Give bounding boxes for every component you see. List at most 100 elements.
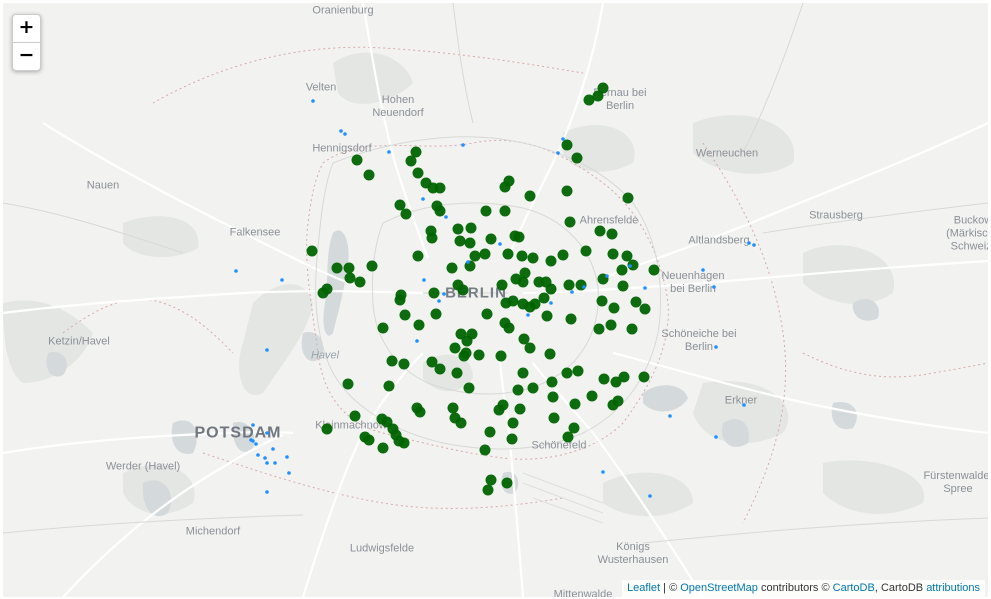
- blue-point-marker[interactable]: [498, 242, 502, 246]
- blue-point-marker[interactable]: [234, 269, 238, 273]
- blue-point-marker[interactable]: [526, 313, 530, 317]
- leaflet-link[interactable]: Leaflet: [627, 582, 660, 594]
- station-marker[interactable]: [518, 333, 530, 345]
- station-marker[interactable]: [394, 199, 406, 211]
- zoom-out-button[interactable]: −: [13, 43, 40, 70]
- station-marker[interactable]: [354, 276, 366, 288]
- attributions-link[interactable]: attributions: [926, 582, 980, 594]
- station-marker[interactable]: [516, 250, 528, 262]
- station-marker[interactable]: [377, 322, 389, 334]
- station-marker[interactable]: [608, 302, 620, 314]
- station-marker[interactable]: [428, 287, 440, 299]
- station-marker[interactable]: [541, 310, 553, 322]
- station-marker[interactable]: [479, 444, 491, 456]
- station-marker[interactable]: [485, 233, 497, 245]
- station-marker[interactable]: [499, 205, 511, 217]
- station-marker[interactable]: [363, 169, 375, 181]
- station-marker[interactable]: [564, 216, 576, 228]
- station-marker[interactable]: [630, 296, 642, 308]
- station-marker[interactable]: [306, 245, 318, 257]
- station-marker[interactable]: [434, 182, 446, 194]
- station-marker[interactable]: [464, 237, 476, 249]
- station-marker[interactable]: [331, 262, 343, 274]
- station-marker[interactable]: [607, 248, 619, 260]
- blue-point-marker[interactable]: [628, 264, 632, 268]
- station-marker[interactable]: [399, 309, 411, 321]
- blue-point-marker[interactable]: [251, 423, 255, 427]
- station-marker[interactable]: [461, 335, 473, 347]
- station-marker[interactable]: [463, 382, 475, 394]
- station-marker[interactable]: [506, 433, 518, 445]
- station-marker[interactable]: [565, 313, 577, 325]
- blue-point-marker[interactable]: [265, 348, 269, 352]
- station-marker[interactable]: [639, 303, 651, 315]
- station-marker[interactable]: [580, 245, 592, 257]
- blue-point-marker[interactable]: [747, 241, 751, 245]
- station-marker[interactable]: [449, 342, 461, 354]
- station-marker[interactable]: [503, 322, 515, 334]
- station-marker[interactable]: [561, 139, 573, 151]
- station-marker[interactable]: [575, 279, 587, 291]
- blue-point-marker[interactable]: [442, 292, 446, 296]
- station-marker[interactable]: [594, 225, 606, 237]
- station-marker[interactable]: [524, 190, 536, 202]
- blue-point-marker[interactable]: [256, 453, 260, 457]
- station-marker[interactable]: [583, 94, 595, 106]
- blue-point-marker[interactable]: [422, 278, 426, 282]
- station-marker[interactable]: [394, 294, 406, 306]
- blue-point-marker[interactable]: [643, 286, 647, 290]
- station-marker[interactable]: [501, 477, 513, 489]
- station-marker[interactable]: [596, 295, 608, 307]
- station-marker[interactable]: [561, 367, 573, 379]
- station-marker[interactable]: [430, 308, 442, 320]
- station-marker[interactable]: [351, 154, 363, 166]
- station-marker[interactable]: [413, 319, 425, 331]
- station-marker[interactable]: [400, 208, 412, 220]
- station-marker[interactable]: [544, 348, 556, 360]
- zoom-in-button[interactable]: +: [13, 15, 40, 43]
- station-marker[interactable]: [512, 384, 524, 396]
- station-marker[interactable]: [321, 283, 333, 295]
- blue-point-marker[interactable]: [285, 455, 289, 459]
- station-marker[interactable]: [638, 371, 650, 383]
- station-marker[interactable]: [412, 167, 424, 179]
- blue-point-marker[interactable]: [311, 99, 315, 103]
- station-marker[interactable]: [547, 391, 559, 403]
- blue-point-marker[interactable]: [280, 278, 284, 282]
- station-marker[interactable]: [548, 412, 560, 424]
- station-marker[interactable]: [451, 367, 463, 379]
- station-marker[interactable]: [342, 378, 354, 390]
- blue-point-marker[interactable]: [254, 442, 258, 446]
- station-marker[interactable]: [546, 376, 558, 388]
- blue-point-marker[interactable]: [421, 197, 425, 201]
- station-marker[interactable]: [412, 250, 424, 262]
- station-marker[interactable]: [626, 323, 638, 335]
- station-marker[interactable]: [452, 223, 464, 235]
- blue-point-marker[interactable]: [271, 447, 275, 451]
- station-marker[interactable]: [465, 222, 477, 234]
- station-marker[interactable]: [598, 373, 610, 385]
- station-marker[interactable]: [514, 403, 526, 415]
- station-marker[interactable]: [507, 295, 519, 307]
- blue-point-marker[interactable]: [339, 129, 343, 133]
- station-marker[interactable]: [527, 252, 539, 264]
- blue-point-marker[interactable]: [461, 143, 465, 147]
- blue-point-marker[interactable]: [714, 435, 718, 439]
- station-marker[interactable]: [568, 422, 580, 434]
- station-marker[interactable]: [571, 152, 583, 164]
- blue-point-marker[interactable]: [273, 461, 277, 465]
- station-marker[interactable]: [460, 347, 472, 359]
- station-marker[interactable]: [377, 442, 389, 454]
- map-container[interactable]: Oranienburg Bernau bei Berlin Velten Hoh…: [3, 3, 988, 597]
- station-marker[interactable]: [449, 412, 461, 424]
- station-marker[interactable]: [605, 319, 617, 331]
- station-marker[interactable]: [485, 474, 497, 486]
- station-marker[interactable]: [479, 248, 491, 260]
- station-marker[interactable]: [509, 230, 521, 242]
- station-marker[interactable]: [434, 205, 446, 217]
- blue-point-marker[interactable]: [556, 151, 560, 155]
- blue-point-marker[interactable]: [714, 345, 718, 349]
- blue-point-marker[interactable]: [343, 132, 347, 136]
- station-marker[interactable]: [398, 437, 410, 449]
- blue-point-marker[interactable]: [444, 215, 448, 219]
